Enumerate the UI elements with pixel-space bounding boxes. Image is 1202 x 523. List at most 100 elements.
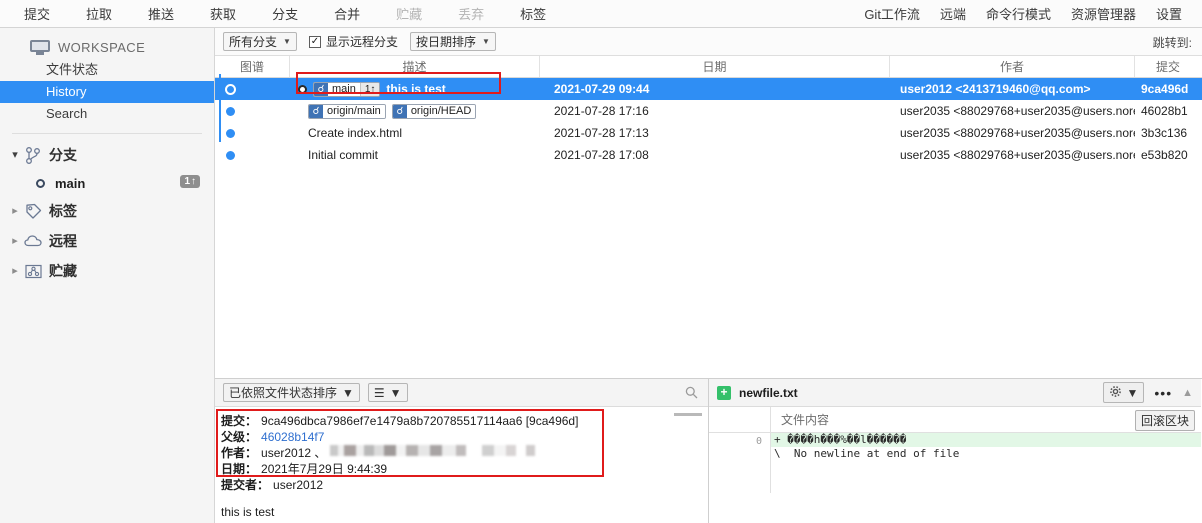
chevron-right-icon[interactable]: ▸ bbox=[8, 204, 22, 218]
sort-order-dropdown[interactable]: 按日期排序 ▼ bbox=[409, 32, 496, 51]
toolbar-button-terminal[interactable]: 命令行模式 bbox=[986, 0, 1051, 27]
workspace-header: WORKSPACE bbox=[0, 36, 214, 59]
toolbar-button-branch[interactable]: 分支 bbox=[272, 0, 298, 27]
detail-row-date: 日期： 2021年7月29日 9:44:39 bbox=[221, 461, 700, 477]
details-scrollbar[interactable] bbox=[674, 413, 702, 416]
sidebar-group-branches[interactable]: ▾ 分支 bbox=[0, 140, 214, 170]
ellipsis-icon[interactable]: ••• bbox=[1154, 385, 1172, 401]
head-marker-icon bbox=[298, 84, 307, 94]
branch-badge-icon: ☌ bbox=[309, 104, 323, 118]
column-header-description[interactable]: 描述 bbox=[290, 56, 540, 77]
show-remote-branches-checkbox[interactable]: ✓ 显示远程分支 bbox=[308, 33, 398, 50]
tag-icon bbox=[22, 202, 44, 220]
sidebar: WORKSPACE 文件状态 History Search ▾ 分支 main bbox=[0, 28, 215, 523]
commit-author-cell: user2035 <88029768+user2035@users.norepl… bbox=[900, 104, 1135, 118]
detail-row-author: 作者： user2012 、 bbox=[221, 445, 700, 461]
toolbar-button-tag[interactable]: 标签 bbox=[520, 0, 546, 27]
diff-settings-dropdown[interactable]: ▼ bbox=[1102, 382, 1145, 403]
table-row[interactable]: ☌ main 1↑ this is test 2021-07-29 09:44 … bbox=[215, 78, 1202, 100]
sidebar-group-remotes-label: 远程 bbox=[49, 233, 77, 249]
sidebar-item-search[interactable]: Search bbox=[0, 103, 214, 125]
toolbar-button-pull[interactable]: 拉取 bbox=[86, 0, 112, 27]
commit-graph-cell bbox=[215, 122, 290, 144]
sidebar-divider bbox=[12, 133, 202, 134]
graph-node-icon bbox=[226, 150, 235, 160]
commit-message-body: this is test bbox=[221, 505, 275, 519]
detail-label-commit: 提交： bbox=[221, 414, 258, 428]
sidebar-group-tags[interactable]: ▸ 标签 bbox=[0, 196, 214, 226]
ahead-arrow-icon: ↑ bbox=[191, 176, 196, 187]
file-sort-value: 已依照文件状态排序 bbox=[229, 386, 338, 400]
commit-graph-cell bbox=[215, 100, 290, 122]
commit-graph-line bbox=[219, 74, 221, 142]
diff-content-header: 文件内容 回滚区块 bbox=[709, 406, 1201, 433]
toolbar-button-settings[interactable]: 设置 bbox=[1156, 0, 1182, 27]
commit-table-header: 图谱 描述 日期 作者 提交 bbox=[215, 56, 1202, 78]
commit-message-text: Initial commit bbox=[308, 148, 379, 162]
sidebar-group-remotes[interactable]: ▸ 远程 bbox=[0, 226, 214, 256]
toolbar-button-commit[interactable]: 提交 bbox=[24, 0, 50, 27]
diff-file-header: + newfile.txt ▼ ••• ▲ bbox=[709, 379, 1201, 407]
revert-hunk-button[interactable]: 回滚区块 bbox=[1134, 410, 1195, 431]
ref-badge-origin-head[interactable]: ☌ origin/HEAD bbox=[391, 103, 477, 119]
detail-row-committer: 提交者： user2012 bbox=[221, 477, 700, 493]
toolbar-button-fetch[interactable]: 获取 bbox=[210, 0, 236, 27]
commit-date-cell: 2021-07-29 09:44 bbox=[554, 82, 650, 96]
detail-row-parent: 父级： 46028b14f7 bbox=[221, 429, 700, 445]
file-sort-dropdown[interactable]: 已依照文件状态排序 ▼ bbox=[223, 383, 360, 402]
chevron-down-icon: ▼ bbox=[481, 37, 490, 46]
detail-value-date: 2021年7月29日 9:44:39 bbox=[261, 462, 388, 476]
diff-actions: ▼ ••• ▲ bbox=[1102, 382, 1193, 403]
commit-graph-cell bbox=[215, 144, 290, 166]
chevron-down-icon[interactable]: ▾ bbox=[8, 148, 22, 162]
ref-badge-name: origin/HEAD bbox=[406, 104, 476, 118]
detail-value-commit: 9ca496dbca7986ef7e1479a8b720785517114aa6… bbox=[261, 414, 579, 428]
table-row[interactable]: Initial commit 2021-07-28 17:08 user2035… bbox=[215, 144, 1202, 166]
bottom-split: 已依照文件状态排序 ▼ ☰ ▼ 提交： 9ca496dbca7986ef7e14… bbox=[215, 378, 1202, 523]
chevron-right-icon[interactable]: ▸ bbox=[8, 264, 22, 278]
table-row[interactable]: Create index.html 2021-07-28 17:13 user2… bbox=[215, 122, 1202, 144]
ref-badge-main[interactable]: ☌ main 1↑ bbox=[313, 81, 381, 97]
commit-hash-cell: e53b820 bbox=[1141, 148, 1188, 162]
commit-hash-cell: 9ca496d bbox=[1141, 82, 1189, 96]
main-toolbar: 提交 拉取 推送 获取 分支 合并 贮藏 丢弃 标签 Git工作流 远端 命令行… bbox=[0, 0, 1202, 28]
chevron-down-icon: ▼ bbox=[1126, 385, 1139, 400]
hamburger-icon: ☰ bbox=[373, 385, 385, 400]
column-header-date[interactable]: 日期 bbox=[540, 56, 890, 77]
detail-value-parent[interactable]: 46028b14f7 bbox=[261, 429, 324, 445]
sidebar-group-stashes-label: 贮藏 bbox=[49, 263, 77, 279]
chevron-up-icon[interactable]: ▲ bbox=[1182, 387, 1193, 399]
column-header-author[interactable]: 作者 bbox=[890, 56, 1135, 77]
diff-panel: + newfile.txt ▼ ••• ▲ 文件内容 回滚区块 0 + ����… bbox=[709, 379, 1201, 523]
toolbar-button-gitflow[interactable]: Git工作流 bbox=[864, 0, 920, 27]
branch-filter-dropdown[interactable]: 所有分支 ▼ bbox=[223, 32, 297, 51]
redacted-author-email bbox=[330, 445, 536, 456]
sidebar-branch-main[interactable]: main 1 ↑ bbox=[0, 170, 214, 196]
sidebar-item-history[interactable]: History bbox=[0, 81, 214, 103]
commit-date-cell: 2021-07-28 17:13 bbox=[554, 126, 649, 140]
diff-line-nonewline: \ No newline at end of file bbox=[774, 447, 960, 460]
toolbar-button-remote[interactable]: 远端 bbox=[940, 0, 966, 27]
column-header-commit[interactable]: 提交 bbox=[1135, 56, 1201, 77]
sidebar-group-stashes[interactable]: ▸ 贮藏 bbox=[0, 256, 214, 286]
workspace-label: WORKSPACE bbox=[58, 40, 146, 55]
diff-line-added: + ����h���%��l������ bbox=[771, 433, 1201, 447]
toolbar-button-merge[interactable]: 合并 bbox=[334, 0, 360, 27]
graph-node-icon bbox=[226, 128, 235, 138]
search-icon[interactable] bbox=[685, 386, 698, 402]
toolbar-button-push[interactable]: 推送 bbox=[148, 0, 174, 27]
chevron-right-icon[interactable]: ▸ bbox=[8, 234, 22, 248]
sidebar-item-file-status[interactable]: 文件状态 bbox=[0, 59, 214, 81]
ref-badge-origin-main[interactable]: ☌ origin/main bbox=[308, 103, 386, 119]
ahead-count-badge: 1 ↑ bbox=[180, 175, 200, 188]
detail-value-committer: user2012 bbox=[273, 478, 324, 492]
branch-badge-icon: ☌ bbox=[314, 82, 328, 96]
show-remote-branches-label: 显示远程分支 bbox=[325, 35, 398, 49]
commit-detail-fields: 提交： 9ca496dbca7986ef7e1479a8b72078551711… bbox=[215, 407, 708, 493]
ahead-count-value: 1 bbox=[184, 176, 190, 187]
table-row[interactable]: ☌ origin/main ☌ origin/HEAD 2021-07-28 1… bbox=[215, 100, 1202, 122]
view-mode-dropdown[interactable]: ☰ ▼ bbox=[367, 383, 408, 402]
column-header-graph[interactable]: 图谱 bbox=[215, 56, 290, 77]
toolbar-button-explorer[interactable]: 资源管理器 bbox=[1071, 0, 1136, 27]
gear-icon bbox=[1109, 385, 1122, 401]
